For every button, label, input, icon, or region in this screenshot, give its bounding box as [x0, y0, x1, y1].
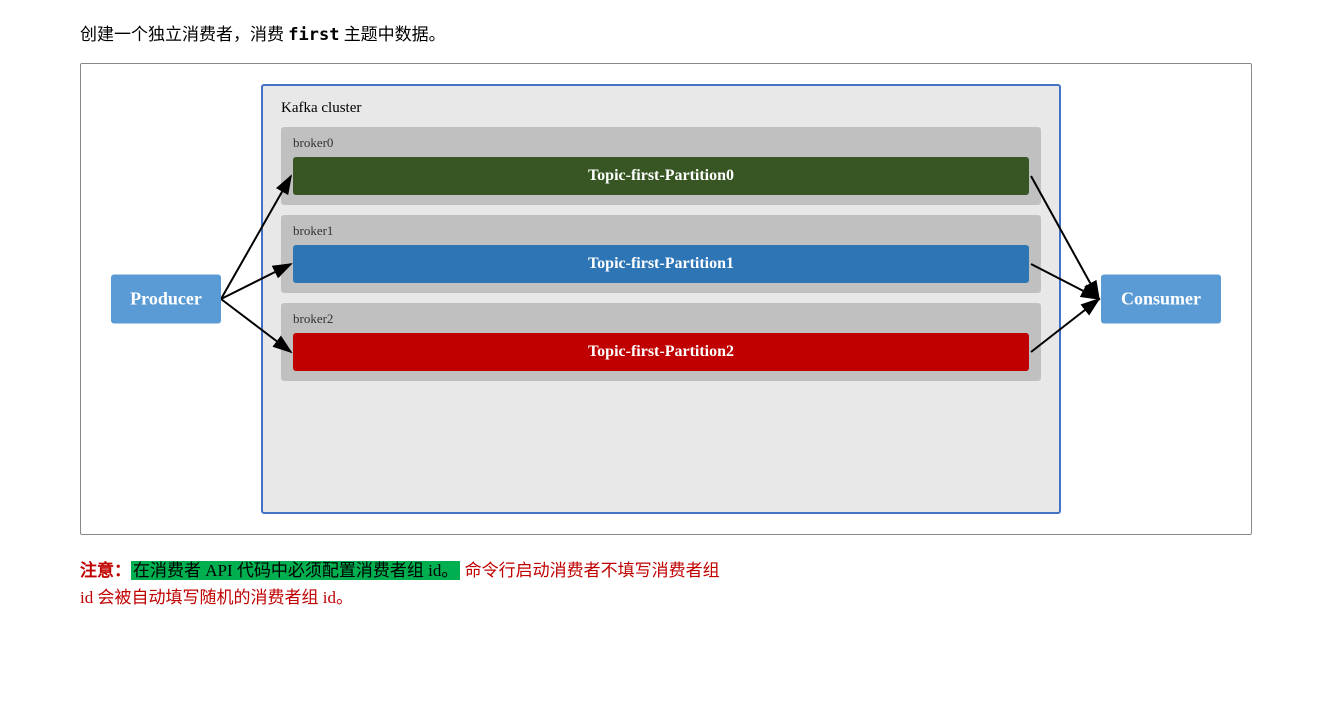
broker0-label: broker0: [293, 135, 1029, 151]
broker0-box: broker0 Topic-first-Partition0: [281, 127, 1041, 205]
kafka-cluster-label: Kafka cluster: [281, 100, 1041, 117]
kafka-cluster: Kafka cluster broker0 Topic-first-Partit…: [261, 84, 1061, 514]
note-bold: 注意：: [80, 561, 131, 580]
diagram-inner: Kafka cluster broker0 Topic-first-Partit…: [111, 84, 1221, 514]
code-word: first: [288, 25, 339, 45]
diagram-container: Kafka cluster broker0 Topic-first-Partit…: [80, 63, 1252, 535]
producer-box: Producer: [111, 275, 221, 324]
broker2-box: broker2 Topic-first-Partition2: [281, 303, 1041, 381]
partition0-box: Topic-first-Partition0: [293, 157, 1029, 195]
note-rest-line1: 命令行启动消费者不填写消费者组: [460, 561, 719, 580]
intro-text: 创建一个独立消费者，消费 first 主题中数据。: [80, 20, 1252, 45]
note-section: 注意：在消费者 API 代码中必须配置消费者组 id。 命令行启动消费者不填写消…: [80, 557, 1252, 584]
partition1-box: Topic-first-Partition1: [293, 245, 1029, 283]
note-highlight: 在消费者 API 代码中必须配置消费者组 id。: [131, 561, 460, 580]
note-line2: id 会被自动填写随机的消费者组 id。: [80, 584, 1252, 611]
consumer-box: Consumer: [1101, 275, 1221, 324]
broker2-label: broker2: [293, 311, 1029, 327]
broker1-label: broker1: [293, 223, 1029, 239]
partition2-box: Topic-first-Partition2: [293, 333, 1029, 371]
broker1-box: broker1 Topic-first-Partition1: [281, 215, 1041, 293]
